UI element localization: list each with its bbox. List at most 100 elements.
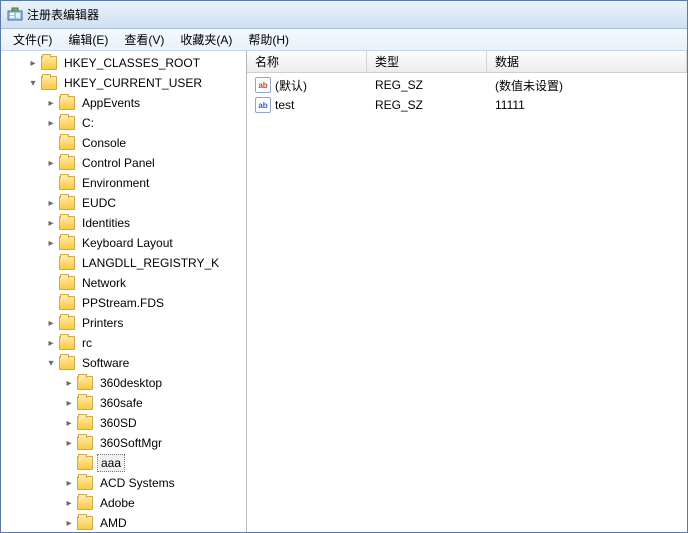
menu-view[interactable]: 查看(V) [116,29,172,50]
tree-node-label[interactable]: Console [79,135,129,151]
tree-node[interactable]: Environment [1,173,246,193]
value-data: 11111 [487,98,687,112]
expand-icon[interactable]: ▸ [63,417,75,429]
tree-pane[interactable]: ▸ HKEY_CLASSES_ROOT ▾ HKEY_CURRENT_USER ▸ App… [1,51,247,532]
column-name[interactable]: 名称 [247,51,367,72]
column-type[interactable]: 类型 [367,51,487,72]
tree-node-label[interactable]: HKEY_CLASSES_ROOT [61,55,203,71]
menu-file[interactable]: 文件(F) [5,29,60,50]
tree-node-label[interactable]: HKEY_CURRENT_USER [61,75,205,91]
tree-node-label[interactable]: ACD Systems [97,475,178,491]
folder-icon [59,316,75,330]
expand-icon[interactable]: ▸ [63,397,75,409]
expand-icon[interactable]: ▸ [63,517,75,529]
expand-icon[interactable]: ▸ [63,437,75,449]
tree-node-label[interactable]: Environment [79,175,152,191]
tree-node[interactable]: ▸ ACD Systems [1,473,246,493]
tree-node-label[interactable]: Keyboard Layout [79,235,176,251]
menu-favorites[interactable]: 收藏夹(A) [172,29,240,50]
tree-node[interactable]: ▸ 360SD [1,413,246,433]
expand-icon[interactable]: ▸ [45,157,57,169]
tree-node-label[interactable]: 360desktop [97,375,165,391]
tree-node[interactable]: LANGDLL_REGISTRY_K [1,253,246,273]
folder-icon [41,56,57,70]
column-data[interactable]: 数据 [487,51,687,72]
value-name: (默认) [275,77,307,94]
tree-node-label[interactable]: Control Panel [79,155,158,171]
expand-icon[interactable]: ▸ [45,337,57,349]
expand-icon[interactable]: ▸ [45,97,57,109]
expand-icon[interactable]: ▸ [45,197,57,209]
folder-icon [77,516,93,530]
tree-node-label[interactable]: AMD [97,515,130,531]
expand-icon[interactable]: ▸ [45,237,57,249]
expand-icon[interactable]: ▸ [45,117,57,129]
tree-node[interactable]: ▸ HKEY_CLASSES_ROOT [1,53,246,73]
tree-node-label[interactable]: EUDC [79,195,119,211]
tree-node[interactable]: ▸ Control Panel [1,153,246,173]
tree-node-label[interactable]: Identities [79,215,133,231]
tree-node-label[interactable]: 360SD [97,415,140,431]
value-name: test [275,98,294,112]
title-bar: 注册表编辑器 [1,1,687,29]
tree-node[interactable]: ▸ 360desktop [1,373,246,393]
folder-icon [59,136,75,150]
tree-node[interactable]: ▸ C: [1,113,246,133]
tree-node[interactable]: ▾ HKEY_CURRENT_USER [1,73,246,93]
collapse-icon[interactable]: ▾ [27,77,39,89]
tree-node[interactable]: ▸ Keyboard Layout [1,233,246,253]
folder-icon [59,216,75,230]
expand-icon[interactable]: ▸ [63,377,75,389]
tree-node[interactable]: ▾ Software [1,353,246,373]
folder-icon [77,456,93,470]
list-row[interactable]: abtest REG_SZ11111 [247,95,687,115]
expand-icon[interactable]: ▸ [27,57,39,69]
tree-node-label[interactable]: Network [79,275,129,291]
tree-node-label[interactable]: 360SoftMgr [97,435,165,451]
tree-node[interactable]: aaa [1,453,246,473]
tree-node[interactable]: ▸ EUDC [1,193,246,213]
expand-icon[interactable]: ▸ [45,217,57,229]
tree-node[interactable]: ▸ 360SoftMgr [1,433,246,453]
folder-icon [59,356,75,370]
string-value-icon: ab [255,77,271,93]
tree-node[interactable]: ▸ Adobe [1,493,246,513]
list-row[interactable]: ab(默认)REG_SZ(数值未设置) [247,75,687,95]
tree-node[interactable]: ▸ AppEvents [1,93,246,113]
tree-node[interactable]: ▸ Printers [1,313,246,333]
collapse-icon[interactable]: ▾ [45,357,57,369]
tree-node[interactable]: ▸ rc [1,333,246,353]
tree-node-label[interactable]: AppEvents [79,95,143,111]
tree-node[interactable]: ▸ 360safe [1,393,246,413]
tree-node-label[interactable]: C: [79,115,97,131]
list-pane: 名称 类型 数据 ab(默认)REG_SZ(数值未设置)abtestREG_SZ… [247,51,687,532]
tree-node-label[interactable]: Adobe [97,495,138,511]
tree-node-label[interactable]: rc [79,335,95,351]
binary-value-icon: ab [255,97,271,113]
tree-node-label[interactable]: Printers [79,315,126,331]
value-type: REG_SZ [367,98,487,112]
folder-icon [77,496,93,510]
tree-node[interactable]: Console [1,133,246,153]
tree-node[interactable]: ▸ Identities [1,213,246,233]
app-icon [7,7,23,23]
tree-node-label[interactable]: LANGDLL_REGISTRY_K [79,255,222,271]
expand-icon[interactable]: ▸ [63,497,75,509]
tree-node[interactable]: PPStream.FDS [1,293,246,313]
tree-node-label[interactable]: aaa [97,454,125,472]
menu-edit[interactable]: 编辑(E) [60,29,116,50]
expand-icon[interactable]: ▸ [45,317,57,329]
folder-icon [77,436,93,450]
tree-node-label[interactable]: 360safe [97,395,146,411]
tree-node[interactable]: Network [1,273,246,293]
expand-icon[interactable]: ▸ [63,477,75,489]
window-title: 注册表编辑器 [27,6,99,23]
menu-help[interactable]: 帮助(H) [240,29,297,50]
tree-node-label[interactable]: Software [79,355,132,371]
list-body[interactable]: ab(默认)REG_SZ(数值未设置)abtestREG_SZ11111 [247,73,687,532]
tree-node-label[interactable]: PPStream.FDS [79,295,167,311]
folder-icon [59,256,75,270]
folder-icon [59,116,75,130]
menu-bar: 文件(F) 编辑(E) 查看(V) 收藏夹(A) 帮助(H) [1,29,687,51]
tree-node[interactable]: ▸ AMD [1,513,246,532]
